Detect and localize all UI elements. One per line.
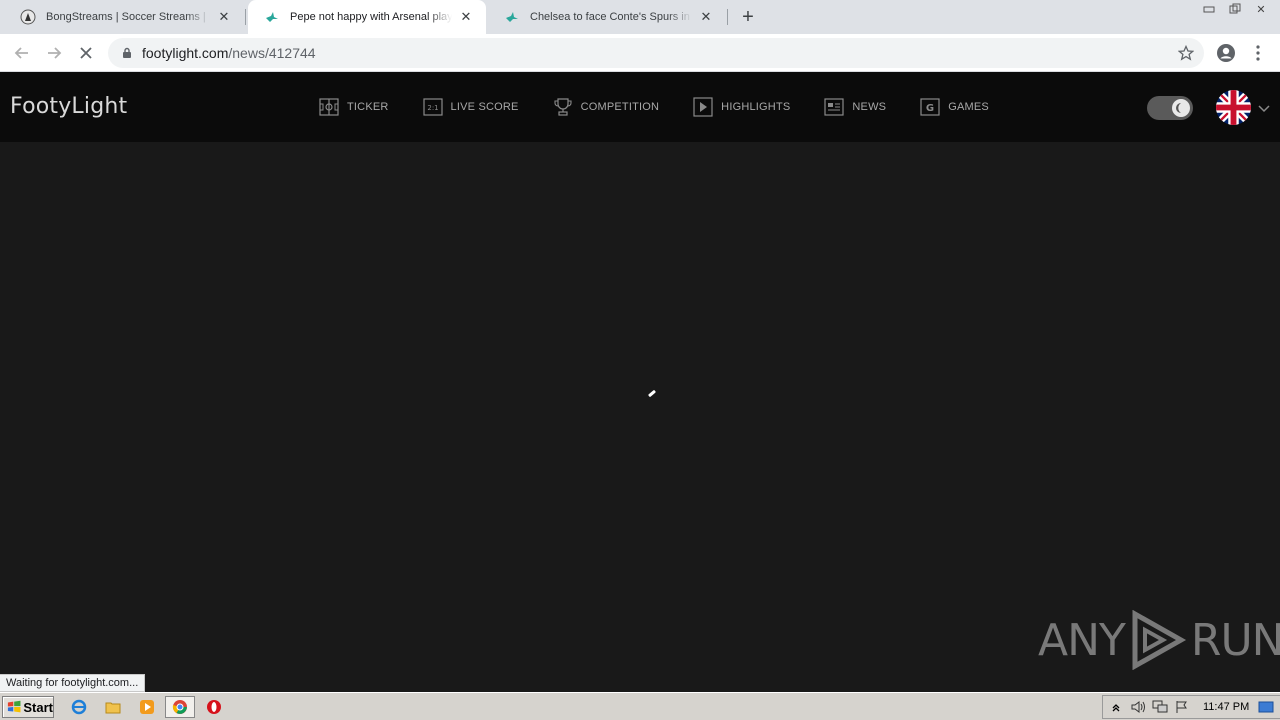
site-header: FootyLight TICKER 2:1 LIVE SCORE COMPETI…	[0, 72, 1280, 142]
chevron-down-icon[interactable]	[1258, 100, 1270, 118]
lock-icon[interactable]	[120, 46, 134, 60]
tab-title: Pepe not happy with Arsenal playing time	[290, 11, 452, 23]
nav-live-score[interactable]: 2:1 LIVE SCORE	[422, 96, 519, 118]
footylight-favicon	[264, 9, 280, 25]
anyrun-watermark: ANY RUN	[1038, 610, 1280, 670]
profile-icon[interactable]	[1214, 41, 1238, 65]
nav-label: COMPETITION	[580, 101, 660, 113]
window-controls: ✕	[1196, 0, 1274, 18]
tab-bongstreams[interactable]: BongStreams | Soccer Streams | NBA Strea…	[4, 0, 244, 34]
network-icon[interactable]	[1151, 698, 1169, 716]
forward-icon[interactable]	[42, 41, 66, 65]
site-nav: TICKER 2:1 LIVE SCORE COMPETITION HIGHLI…	[319, 96, 1023, 118]
taskbar-clock[interactable]: 11:47 PM	[1203, 701, 1249, 713]
play-icon	[693, 97, 713, 117]
nav-label: NEWS	[852, 101, 887, 113]
trophy-icon	[554, 98, 572, 116]
nav-label: HIGHLIGHTS	[721, 101, 791, 113]
tab-title: Chelsea to face Conte's Spurs in EFL Cup	[530, 11, 692, 23]
theme-toggle[interactable]	[1147, 96, 1193, 120]
browser-tab-strip: BongStreams | Soccer Streams | NBA Strea…	[0, 0, 1280, 34]
windows-logo-icon	[7, 700, 21, 713]
volume-icon[interactable]	[1129, 698, 1147, 716]
tab-pepe[interactable]: Pepe not happy with Arsenal playing time…	[248, 0, 486, 34]
nav-ticker[interactable]: TICKER	[319, 96, 389, 118]
nav-competition[interactable]: COMPETITION	[553, 96, 660, 118]
restore-icon[interactable]	[1222, 0, 1248, 18]
new-tab-button[interactable]: +	[736, 5, 760, 29]
close-window-icon[interactable]: ✕	[1248, 0, 1274, 18]
chrome-icon	[172, 700, 187, 714]
ticker-icon	[319, 98, 339, 116]
close-tab-icon[interactable]: ✕	[698, 9, 714, 25]
address-bar[interactable]: footylight.com/news/412744	[108, 38, 1204, 68]
news-icon	[824, 98, 845, 116]
start-label: Start	[23, 699, 53, 715]
tab-title: BongStreams | Soccer Streams | NBA Strea…	[46, 11, 210, 23]
site-logo[interactable]: FootyLight	[10, 94, 127, 119]
windows-taskbar: Start 11:47 PM	[0, 692, 1280, 720]
uk-flag-icon[interactable]	[1216, 90, 1251, 125]
svg-text:2:1: 2:1	[427, 104, 438, 112]
bongstreams-favicon	[20, 9, 36, 25]
chrome-taskbar-button[interactable]	[165, 696, 195, 718]
action-center-flag-icon[interactable]	[1173, 698, 1191, 716]
browser-toolbar: footylight.com/news/412744	[0, 34, 1280, 72]
nav-label: GAMES	[948, 101, 989, 113]
page-content	[0, 142, 1280, 691]
tab-separator	[245, 9, 246, 25]
nav-news[interactable]: NEWS	[824, 96, 886, 118]
opera-icon[interactable]	[205, 698, 223, 716]
system-tray: 11:47 PM	[1102, 695, 1280, 719]
play-logo-icon	[1132, 610, 1186, 670]
menu-dots-icon[interactable]	[1246, 41, 1270, 65]
show-hidden-icons-icon[interactable]	[1107, 698, 1125, 716]
show-desktop-icon[interactable]	[1257, 698, 1275, 716]
url-text: footylight.com/news/412744	[142, 45, 316, 61]
minimize-icon[interactable]	[1196, 0, 1222, 18]
live-score-icon: 2:1	[422, 98, 443, 116]
close-tab-icon[interactable]: ✕	[458, 9, 474, 25]
moon-icon	[1172, 99, 1190, 117]
nav-highlights[interactable]: HIGHLIGHTS	[693, 96, 790, 118]
media-player-icon[interactable]	[138, 698, 156, 716]
nav-label: LIVE SCORE	[450, 101, 519, 113]
games-icon: G	[920, 98, 940, 116]
start-button[interactable]: Start	[2, 696, 54, 718]
svg-text:G: G	[926, 103, 934, 114]
url-domain: footylight.com	[142, 45, 229, 61]
watermark-text-right: RUN	[1190, 614, 1280, 666]
tab-chelsea[interactable]: Chelsea to face Conte's Spurs in EFL Cup…	[488, 0, 726, 34]
status-bar: Waiting for footylight.com...	[0, 674, 146, 692]
url-path: /news/412744	[228, 45, 316, 61]
bookmark-star-icon[interactable]	[1174, 41, 1198, 65]
nav-games[interactable]: G GAMES	[920, 96, 989, 118]
tab-separator	[727, 9, 728, 25]
file-explorer-icon[interactable]	[104, 698, 122, 716]
stop-loading-icon[interactable]	[74, 41, 98, 65]
nav-label: TICKER	[347, 101, 389, 113]
watermark-text-left: ANY	[1038, 614, 1126, 666]
footylight-favicon	[504, 9, 520, 25]
close-tab-icon[interactable]: ✕	[216, 9, 232, 25]
back-icon[interactable]	[10, 41, 34, 65]
internet-explorer-icon[interactable]	[70, 698, 88, 716]
